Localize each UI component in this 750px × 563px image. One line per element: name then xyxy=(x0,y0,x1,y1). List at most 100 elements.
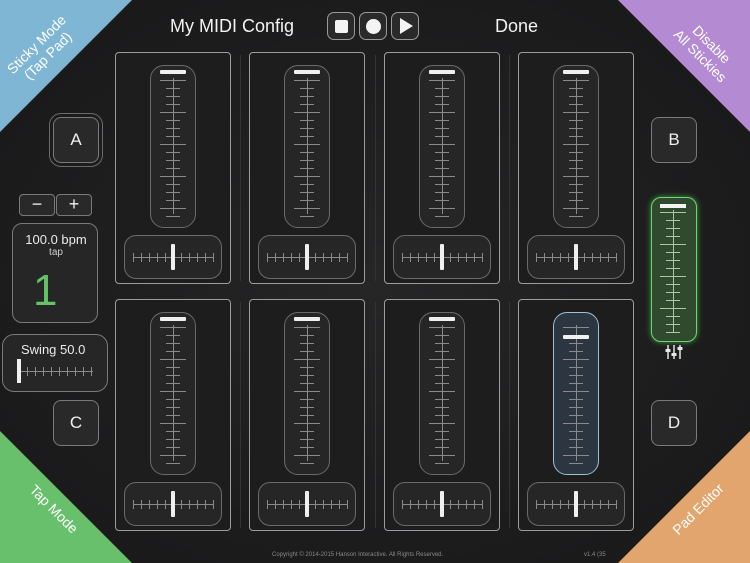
pad-2[interactable] xyxy=(249,52,365,284)
volume-fader-tick xyxy=(435,216,449,217)
pan-fader[interactable] xyxy=(124,235,222,279)
play-button[interactable] xyxy=(391,12,419,40)
volume-fader-tick xyxy=(166,128,180,129)
pan-fader-tick xyxy=(141,253,142,262)
volume-fader[interactable] xyxy=(150,312,196,475)
pad-button-c[interactable]: C xyxy=(53,400,99,446)
pad-divider xyxy=(240,55,241,281)
pan-fader[interactable] xyxy=(124,482,222,526)
pan-fader-tick xyxy=(592,500,593,509)
pad-8[interactable] xyxy=(518,299,634,531)
pan-fader-tick xyxy=(149,500,150,509)
volume-fader-tick xyxy=(300,96,314,97)
volume-fader[interactable] xyxy=(419,312,465,475)
volume-fader-tick xyxy=(300,463,314,464)
volume-fader-handle[interactable] xyxy=(563,335,589,340)
volume-fader-handle[interactable] xyxy=(294,317,320,321)
volume-fader[interactable] xyxy=(284,312,330,475)
volume-fader-rail xyxy=(576,78,577,214)
volume-fader[interactable] xyxy=(553,65,599,228)
pan-fader-tick xyxy=(482,253,483,262)
bpm-readout: 100.0 bpm xyxy=(25,232,87,247)
pan-fader-tick xyxy=(197,253,198,262)
pad-5[interactable] xyxy=(115,299,231,531)
volume-fader-tick xyxy=(435,96,449,97)
pan-fader[interactable] xyxy=(527,482,625,526)
volume-fader-tick xyxy=(160,112,186,113)
pan-fader-tick xyxy=(410,253,411,262)
volume-fader-tick xyxy=(300,343,314,344)
pan-fader-tick xyxy=(323,500,324,509)
volume-fader[interactable] xyxy=(419,65,465,228)
pad-6[interactable] xyxy=(249,299,365,531)
stop-button[interactable] xyxy=(327,12,355,40)
volume-fader-rail xyxy=(442,325,443,461)
pan-fader-handle[interactable] xyxy=(574,491,578,517)
volume-fader-handle[interactable] xyxy=(563,70,589,74)
volume-fader-tick xyxy=(300,439,314,440)
pan-fader-handle[interactable] xyxy=(305,244,309,270)
pan-fader-tick xyxy=(616,253,617,262)
pan-fader-tick xyxy=(466,253,467,262)
volume-fader[interactable] xyxy=(553,312,599,475)
pan-fader-tick xyxy=(149,253,150,262)
volume-fader-tick xyxy=(435,160,449,161)
volume-fader-tick xyxy=(294,327,320,328)
pad-1[interactable] xyxy=(115,52,231,284)
mixer-sliders-icon[interactable] xyxy=(665,344,683,360)
pad-button-d[interactable]: D xyxy=(651,400,697,446)
pad-button-a[interactable]: A xyxy=(49,113,103,167)
pan-fader-handle[interactable] xyxy=(305,491,309,517)
pan-fader-handle[interactable] xyxy=(574,244,578,270)
volume-fader-tick xyxy=(300,120,314,121)
page-title[interactable]: My MIDI Config xyxy=(170,16,294,37)
volume-fader-tick xyxy=(569,216,583,217)
volume-fader-tick xyxy=(294,455,320,456)
volume-fader-handle[interactable] xyxy=(294,70,320,74)
volume-fader-tick xyxy=(435,152,449,153)
pan-fader-handle[interactable] xyxy=(440,244,444,270)
pan-fader-tick xyxy=(133,500,134,509)
volume-fader-handle[interactable] xyxy=(429,317,455,321)
volume-fader-tick xyxy=(569,88,583,89)
tempo-decrease-button[interactable]: − xyxy=(19,194,55,216)
volume-fader-handle[interactable] xyxy=(160,317,186,321)
master-fader-handle[interactable] xyxy=(660,204,686,208)
volume-fader-tick xyxy=(569,351,583,352)
volume-fader-handle[interactable] xyxy=(160,70,186,74)
pan-fader-handle[interactable] xyxy=(171,491,175,517)
pan-fader-tick xyxy=(213,253,214,262)
pan-fader[interactable] xyxy=(527,235,625,279)
pad-button-b[interactable]: B xyxy=(651,117,697,163)
master-fader[interactable] xyxy=(651,197,697,342)
record-button[interactable] xyxy=(359,12,387,40)
pan-fader-handle[interactable] xyxy=(171,244,175,270)
pad-4[interactable] xyxy=(518,52,634,284)
volume-fader-tick xyxy=(166,399,180,400)
volume-fader[interactable] xyxy=(284,65,330,228)
pan-fader-tick xyxy=(608,500,609,509)
volume-fader-tick xyxy=(300,375,314,376)
swing-control[interactable]: Swing 50.0 xyxy=(2,334,108,392)
tap-tempo-pad[interactable]: 100.0 bpm tap 1 xyxy=(12,223,98,323)
pan-fader-tick xyxy=(402,253,403,262)
pad-divider xyxy=(240,302,241,528)
pan-fader-tick xyxy=(450,500,451,509)
pan-fader-tick xyxy=(275,253,276,262)
swing-slider-handle[interactable] xyxy=(17,359,21,383)
pan-fader[interactable] xyxy=(258,235,356,279)
volume-fader-tick xyxy=(166,120,180,121)
done-button[interactable]: Done xyxy=(495,16,538,37)
pan-fader-handle[interactable] xyxy=(440,491,444,517)
pan-fader[interactable] xyxy=(393,235,491,279)
pad-3[interactable] xyxy=(384,52,500,284)
pan-fader[interactable] xyxy=(258,482,356,526)
pad-7[interactable] xyxy=(384,299,500,531)
tempo-increase-button[interactable]: + xyxy=(56,194,92,216)
volume-fader-handle[interactable] xyxy=(429,70,455,74)
pan-fader[interactable] xyxy=(393,482,491,526)
volume-fader-tick xyxy=(435,399,449,400)
volume-fader-tick xyxy=(294,391,320,392)
volume-fader-tick xyxy=(166,184,180,185)
volume-fader[interactable] xyxy=(150,65,196,228)
